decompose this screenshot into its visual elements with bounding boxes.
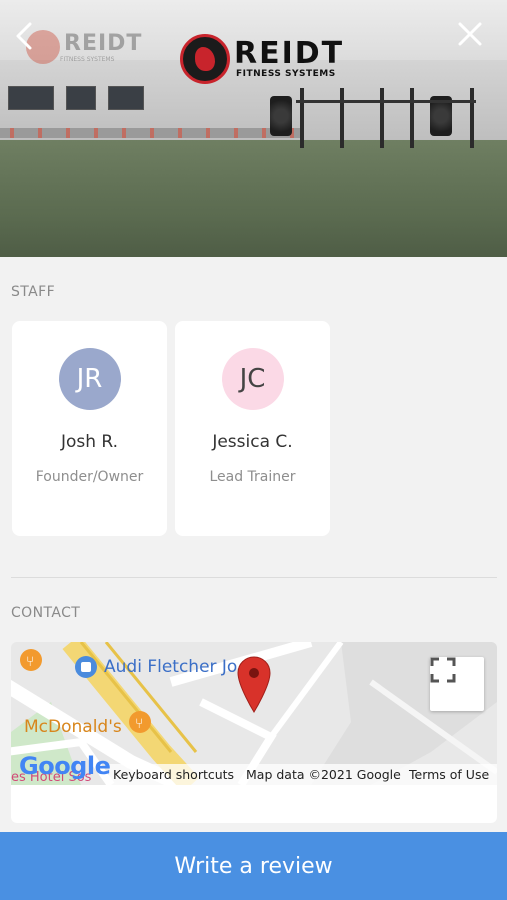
map-place-label: Audi Fletcher Jo bbox=[104, 657, 238, 677]
map-place-label: McDonald's bbox=[24, 717, 122, 737]
squat-rack bbox=[340, 88, 344, 148]
back-button[interactable] bbox=[12, 20, 40, 52]
wall-logo-tagline: FITNESS SYSTEMS bbox=[60, 56, 115, 63]
logo-brand: REIDT bbox=[234, 36, 345, 71]
gym-logo: REIDT FITNESS SYSTEMS bbox=[180, 34, 344, 84]
staff-name: Jessica C. bbox=[212, 432, 293, 452]
map-pin-icon bbox=[237, 656, 271, 713]
staff-name: Josh R. bbox=[60, 432, 119, 452]
logo-tagline: FITNESS SYSTEMS bbox=[236, 69, 336, 79]
staff-section-title: STAFF bbox=[11, 284, 56, 300]
write-review-button[interactable]: Write a review bbox=[0, 832, 507, 900]
wall-banner bbox=[8, 86, 54, 110]
squat-rack bbox=[470, 88, 474, 148]
contact-section-title: CONTACT bbox=[11, 605, 81, 621]
avatar: JR bbox=[58, 348, 121, 410]
weight-plates bbox=[270, 96, 292, 136]
section-divider bbox=[11, 577, 497, 578]
google-logo: Google bbox=[19, 752, 111, 780]
squat-rack bbox=[410, 88, 414, 148]
avatar: JC bbox=[221, 348, 284, 410]
staff-card[interactable]: JC Jessica C. Lead Trainer bbox=[175, 321, 330, 536]
wall-banner bbox=[108, 86, 144, 110]
svg-text:⑂: ⑂ bbox=[135, 716, 143, 732]
svg-text:⑂: ⑂ bbox=[26, 654, 34, 670]
close-icon bbox=[458, 22, 482, 46]
rack-bar bbox=[296, 100, 476, 103]
staff-card[interactable]: JR Josh R. Founder/Owner bbox=[12, 321, 167, 536]
staff-role: Lead Trainer bbox=[209, 469, 296, 485]
terms-of-use-link[interactable]: Terms of Use bbox=[409, 767, 489, 782]
staff-role: Founder/Owner bbox=[35, 469, 144, 485]
fullscreen-icon bbox=[430, 657, 456, 683]
chevron-left-icon bbox=[16, 22, 32, 50]
spartan-emblem-icon bbox=[180, 34, 230, 84]
squat-rack bbox=[300, 88, 304, 148]
map-data-attribution: Map data ©2021 Google bbox=[246, 767, 401, 782]
hero-photo: REIDT FITNESS SYSTEMS REIDT FITNESS SYST… bbox=[0, 0, 507, 257]
fullscreen-button[interactable] bbox=[430, 657, 484, 711]
equipment-row bbox=[0, 128, 300, 138]
squat-rack bbox=[380, 88, 384, 148]
keyboard-shortcuts-link[interactable]: Keyboard shortcuts bbox=[113, 767, 234, 782]
gym-turf bbox=[0, 139, 507, 257]
wall-logo-brand: REIDT bbox=[64, 31, 143, 56]
wall-logo: REIDT FITNESS SYSTEMS bbox=[26, 30, 142, 64]
wall-banner bbox=[66, 86, 96, 110]
location-map[interactable]: ⑂ ⑂ Audi Fletcher Jo McDonald's es Hotel… bbox=[11, 642, 497, 785]
close-button[interactable] bbox=[456, 20, 484, 48]
contact-card: ⑂ ⑂ Audi Fletcher Jo McDonald's es Hotel… bbox=[11, 642, 497, 823]
